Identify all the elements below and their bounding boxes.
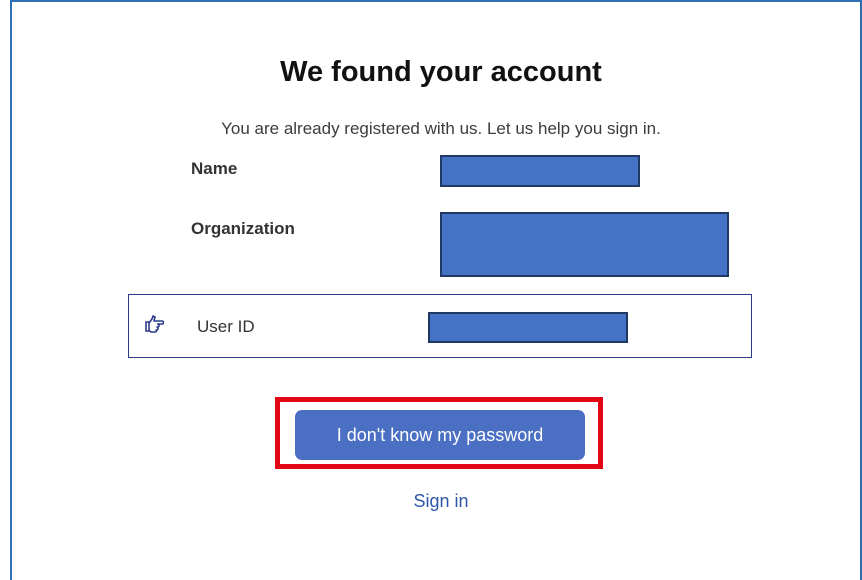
sign-in-link[interactable]: Sign in (0, 491, 862, 512)
user-id-value-redacted (428, 312, 628, 343)
organization-value-redacted (440, 212, 729, 277)
organization-label: Organization (191, 219, 295, 238)
page-title: We found your account (280, 56, 602, 88)
page-subtitle: You are already registered with us. Let … (221, 119, 661, 138)
user-id-label: User ID (197, 317, 255, 336)
name-value-redacted (440, 155, 640, 187)
forgot-password-button[interactable]: I don't know my password (295, 410, 585, 460)
name-label: Name (191, 159, 238, 178)
pointing-hand-icon (144, 315, 165, 333)
